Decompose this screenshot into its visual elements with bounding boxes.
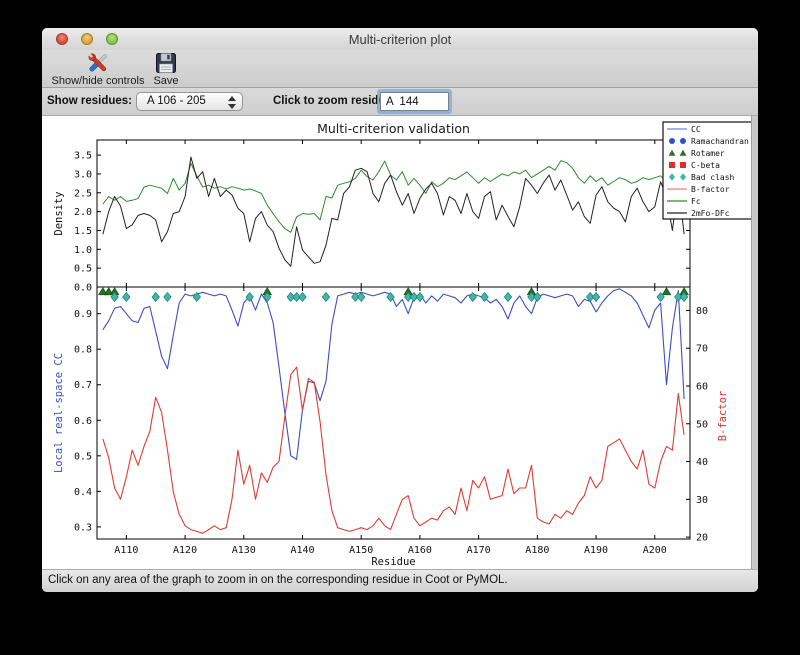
svg-text:A160: A160: [408, 545, 432, 556]
svg-text:CC: CC: [691, 125, 701, 134]
svg-text:A180: A180: [525, 545, 549, 556]
svg-text:A190: A190: [584, 545, 608, 556]
show-hide-controls-button[interactable]: Show/hide controls: [50, 51, 146, 87]
svg-text:0.4: 0.4: [74, 487, 92, 498]
chart-title: Multi-criterion validation: [317, 121, 470, 136]
up-down-arrows-icon: [227, 95, 237, 109]
zoom-residue-input[interactable]: [380, 92, 449, 111]
svg-text:50: 50: [696, 419, 708, 430]
scrollbar-track[interactable]: [751, 116, 758, 569]
svg-text:80: 80: [696, 306, 708, 317]
svg-text:1.5: 1.5: [74, 226, 92, 237]
svg-text:Fc: Fc: [691, 197, 701, 206]
desktop-background: { "window": { "title": "Multi-criterion …: [0, 0, 800, 655]
svg-text:A140: A140: [290, 545, 314, 556]
svg-text:Rotamer: Rotamer: [691, 149, 725, 158]
svg-text:2.5: 2.5: [74, 188, 92, 199]
series-B-factor: [102, 366, 685, 534]
bfactor-axis-label: B-factor: [717, 391, 729, 442]
title-bar[interactable]: Multi-criterion plot: [42, 28, 758, 50]
svg-text:B-factor: B-factor: [691, 185, 730, 194]
axis-tick-labels: A110 A120 A130 A140 A150 A160 A170 A180 A190 A200…: [74, 151, 708, 556]
svg-text:A150: A150: [349, 545, 373, 556]
save-label: Save: [153, 75, 179, 87]
floppy-disk-icon: [156, 53, 176, 73]
svg-text:0.5: 0.5: [74, 451, 92, 462]
svg-text:C-beta: C-beta: [691, 161, 720, 170]
svg-text:0.5: 0.5: [74, 264, 92, 275]
window: Multi-criterion plot Show/hide controls: [42, 28, 758, 592]
svg-text:A200: A200: [643, 545, 667, 556]
svg-text:0.8: 0.8: [74, 345, 92, 356]
svg-text:3.0: 3.0: [74, 169, 92, 180]
svg-text:Ramachandran: Ramachandran: [691, 137, 749, 146]
density-axis-label: Density: [53, 191, 65, 235]
markers-bad-clash: [110, 291, 689, 303]
x-axis-label: Residue: [371, 556, 415, 568]
show-hide-controls-label: Show/hide controls: [51, 75, 145, 87]
svg-text:60: 60: [696, 381, 708, 392]
status-bar: Click on any area of the graph to zoom i…: [42, 569, 758, 592]
plot-canvas[interactable]: A110 A120 A130 A140 A150 A160 A170 A180 A190 A200…: [42, 116, 758, 569]
zoom-residue-label: Click to zoom residue:: [273, 95, 396, 107]
axis-ticks: [97, 140, 690, 539]
axis-labels: Multi-criterion validation Residue Density…: [53, 121, 729, 568]
show-residues-label: Show residues:: [47, 95, 132, 107]
series-Fc: [102, 160, 685, 233]
save-button[interactable]: Save: [146, 51, 186, 87]
svg-text:A110: A110: [114, 545, 138, 556]
svg-text:40: 40: [696, 457, 708, 468]
show-residues-value: A 106 - 205: [147, 95, 206, 107]
cc-axis-label: Local real-space CC: [53, 353, 65, 473]
svg-text:2.0: 2.0: [74, 207, 92, 218]
svg-text:A120: A120: [173, 545, 197, 556]
series-2mFo-DFc: [102, 156, 685, 267]
markers-rotamer: [98, 287, 689, 296]
svg-text:Bad clash: Bad clash: [691, 173, 735, 182]
svg-text:30: 30: [696, 495, 708, 506]
svg-text:0.7: 0.7: [74, 380, 92, 391]
svg-text:0.3: 0.3: [74, 522, 92, 533]
svg-text:2mFo-DFc: 2mFo-DFc: [691, 209, 730, 218]
plot-frames: [96, 139, 691, 540]
svg-text:A170: A170: [467, 545, 491, 556]
svg-text:3.5: 3.5: [74, 151, 92, 162]
status-message: Click on any area of the graph to zoom i…: [48, 574, 508, 586]
series-CC: [102, 288, 685, 460]
svg-text:A130: A130: [232, 545, 256, 556]
svg-text:0.0: 0.0: [74, 283, 92, 294]
legend: CC Ramachandran Rotamer C-beta Bad clash B-fa…: [662, 121, 754, 220]
show-residues-select[interactable]: A 106 - 205: [136, 92, 243, 111]
svg-text:20: 20: [696, 533, 708, 544]
svg-text:0.6: 0.6: [74, 416, 92, 427]
svg-text:0.9: 0.9: [74, 309, 92, 320]
svg-text:70: 70: [696, 344, 708, 355]
multi-criterion-plot[interactable]: A110 A120 A130 A140 A150 A160 A170 A180 A190 A200…: [42, 116, 754, 569]
series-lines: [102, 156, 685, 534]
controls-bar: Show residues: A 106 - 205 Click to zoom…: [42, 88, 758, 116]
crossed-tools-icon: [88, 53, 107, 72]
window-title: Multi-criterion plot: [348, 32, 452, 47]
toolbar: Show/hide controls Save: [42, 50, 758, 88]
svg-text:1.0: 1.0: [74, 245, 92, 256]
